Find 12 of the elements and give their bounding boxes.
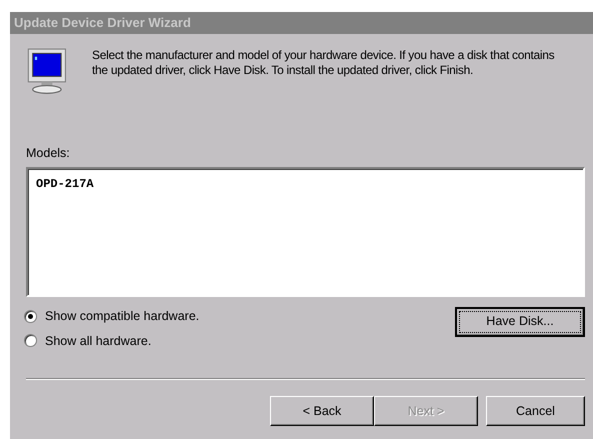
cancel-button[interactable]: Cancel xyxy=(486,396,585,426)
model-item[interactable]: OPD-217A xyxy=(34,174,96,193)
instructions-text: Select the manufacturer and model of your hardware device. If you have a disk that contains the updated driver, click Have Disk. To install the updated driver, click Finish. xyxy=(92,48,556,79)
radio-button[interactable] xyxy=(24,334,37,348)
back-button[interactable]: < Back xyxy=(270,396,374,426)
radio-label[interactable]: Show all hardware. xyxy=(45,332,152,350)
have-disk-button[interactable]: Have Disk... xyxy=(455,306,585,337)
window-title: Update Device Driver Wizard xyxy=(10,12,593,34)
models-list[interactable]: OPD-217A xyxy=(26,166,585,297)
radio-button[interactable] xyxy=(24,310,37,323)
models-label: Models: xyxy=(26,145,71,162)
radio-label[interactable]: Show compatible hardware. xyxy=(45,306,200,326)
